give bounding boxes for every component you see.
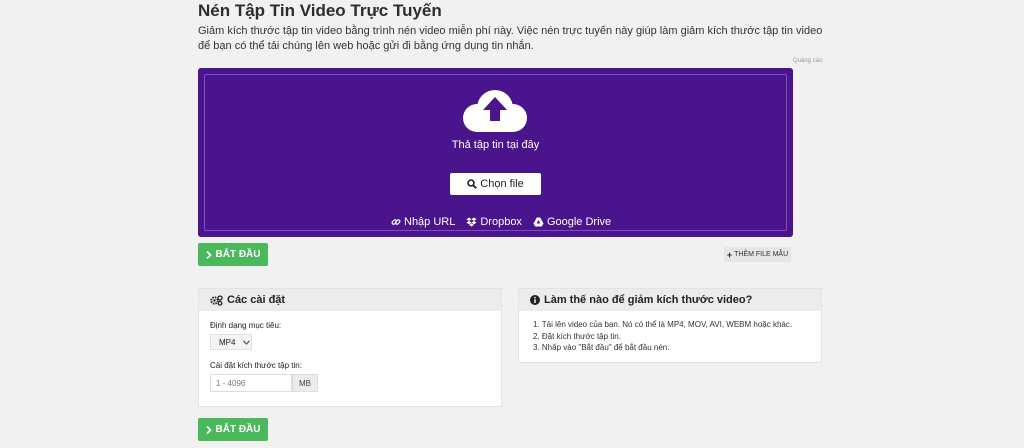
info-icon bbox=[530, 295, 540, 305]
list-item: 2. Đặt kích thước tập tin. bbox=[533, 331, 621, 341]
howto-header: Làm thế nào để giảm kích thước video? bbox=[519, 289, 821, 311]
chevron-down-icon bbox=[243, 339, 251, 345]
howto-heading: Làm thế nào để giảm kích thước video? bbox=[544, 294, 753, 306]
page-description: Giảm kích thước tập tin video bằng trình… bbox=[198, 25, 823, 52]
howto-panel: Làm thế nào để giảm kích thước video? 1.… bbox=[518, 288, 822, 363]
upload-dropzone[interactable]: Thả tập tin tại đây Chọn file Nhập URL D… bbox=[198, 68, 793, 237]
list-item: 1. Tải lên video của bạn. Nó có thể là M… bbox=[533, 320, 793, 329]
settings-heading: Các cài đặt bbox=[227, 294, 286, 306]
dropbox-icon bbox=[466, 217, 477, 227]
source-dropbox-label: Dropbox bbox=[480, 216, 522, 228]
choose-file-label: Chọn file bbox=[480, 178, 524, 190]
target-format-select[interactable]: MP4 bbox=[210, 334, 252, 350]
chevron-right-icon bbox=[205, 425, 212, 434]
page-title: Nén Tập Tin Video Trực Tuyến bbox=[198, 1, 442, 20]
upload-sources: Nhập URL Dropbox Google Drive bbox=[391, 216, 611, 228]
plus-icon: + bbox=[726, 249, 733, 260]
start-button-bottom[interactable]: BẮT ĐẦU bbox=[198, 418, 268, 441]
google-drive-icon bbox=[533, 217, 544, 227]
source-url-label: Nhập URL bbox=[404, 216, 456, 228]
gears-icon bbox=[210, 294, 223, 306]
choose-file-button[interactable]: Chọn file bbox=[450, 173, 541, 195]
source-google-drive[interactable]: Google Drive bbox=[533, 216, 611, 228]
add-sample-file-label: THÊM FILE MẪU bbox=[734, 251, 789, 258]
start-button-label: BẮT ĐẦU bbox=[215, 249, 261, 260]
target-format-label: Định dạng mục tiêu: bbox=[210, 321, 282, 330]
settings-panel: Các cài đặt Định dạng mục tiêu: MP4 Cài … bbox=[198, 288, 502, 407]
add-sample-file-button[interactable]: + THÊM FILE MẪU bbox=[724, 247, 791, 262]
start-button-top[interactable]: BẮT ĐẦU bbox=[198, 243, 268, 266]
size-input[interactable] bbox=[210, 374, 292, 392]
settings-header: Các cài đặt bbox=[199, 289, 501, 311]
link-icon bbox=[391, 219, 401, 225]
cloud-upload-icon bbox=[463, 90, 527, 132]
ad-label: Quảng cáo bbox=[793, 58, 823, 64]
dropzone-inner[interactable]: Thả tập tin tại đây Chọn file Nhập URL D… bbox=[204, 74, 787, 231]
source-dropbox[interactable]: Dropbox bbox=[466, 216, 522, 228]
size-label: Cài đặt kích thước tập tin: bbox=[210, 361, 302, 370]
source-google-drive-label: Google Drive bbox=[546, 216, 612, 228]
howto-steps: 1. Tải lên video của bạn. Nó có thể là M… bbox=[533, 319, 792, 354]
chevron-right-icon bbox=[205, 250, 212, 259]
source-url[interactable]: Nhập URL bbox=[391, 216, 455, 228]
drop-text: Thả tập tin tại đây bbox=[451, 139, 540, 151]
size-unit: MB bbox=[292, 374, 318, 392]
target-format-value: MP4 bbox=[219, 337, 236, 347]
start-button-label: BẮT ĐẦU bbox=[215, 424, 261, 435]
list-item: 3. Nhấp vào "Bắt đầu" để bắt đầu nén. bbox=[533, 343, 670, 352]
search-icon bbox=[467, 179, 478, 189]
